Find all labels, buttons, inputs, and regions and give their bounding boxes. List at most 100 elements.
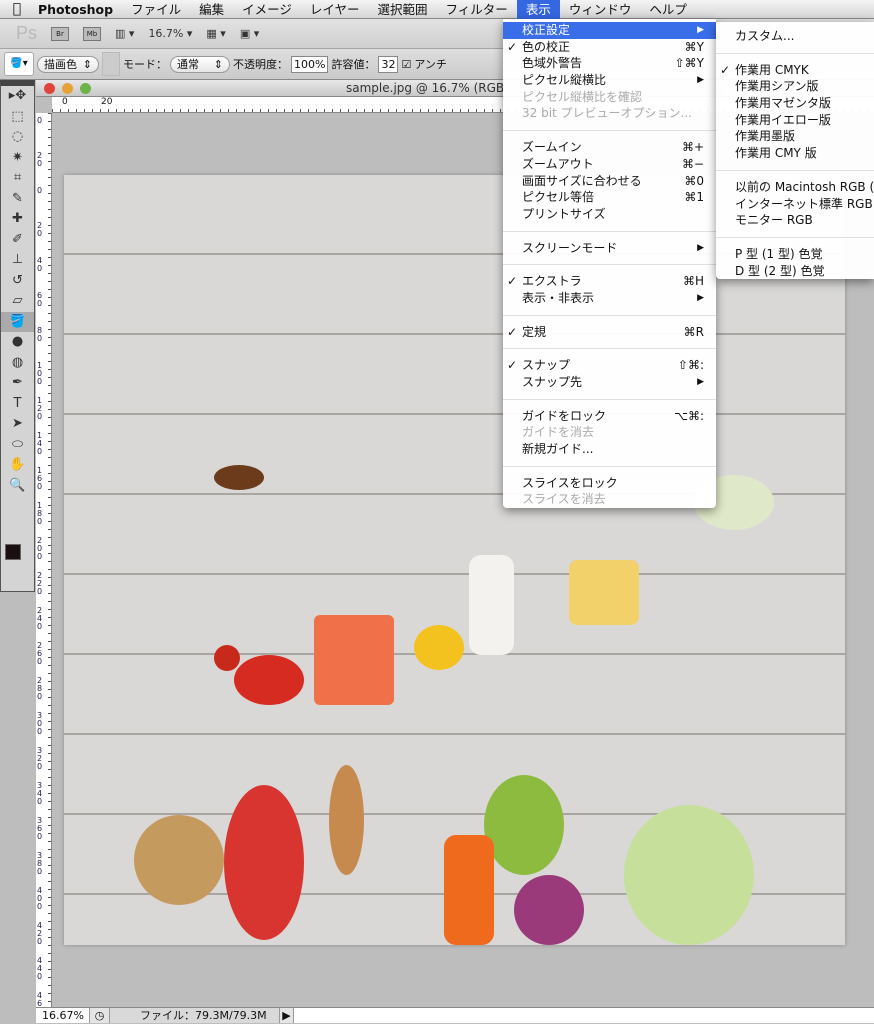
mini-bridge-button[interactable]: Mb [83,26,102,41]
canvas-image[interactable] [64,175,845,945]
ruler-label: 340 [37,781,43,806]
pattern-picker[interactable] [102,52,120,76]
zoom-button[interactable] [80,83,91,94]
menu-item-label: インターネット標準 RGB [735,196,873,211]
menu-item[interactable]: 色域外警告 ⇧⌘Y [503,55,716,72]
sponge-tool-icon[interactable]: ◍ [1,353,34,374]
marquee-tool-icon[interactable]: ⬚ [1,107,34,128]
menu-item[interactable]: ピクセル縦横比 ▶ [503,72,716,89]
menu-item[interactable]: ✓ 作業用 CMYK [716,62,874,79]
menu-image[interactable]: イメージ [233,0,301,19]
menu-item[interactable]: ズームイン ⌘+ [503,139,716,156]
menu-item[interactable]: 校正設定 ▶ [503,22,716,39]
menu-item[interactable]: スライスを消去 [503,491,716,508]
menu-item[interactable]: 以前の Macintosh RGB ( [716,179,874,196]
foreground-color-swatch[interactable] [5,544,21,560]
stamp-tool-icon[interactable]: ⊥ [1,250,34,271]
menu-item[interactable]: スライスをロック [503,475,716,492]
close-button[interactable] [44,83,55,94]
magic-wand-tool-icon[interactable]: ✷ [1,148,34,169]
hand-tool-icon[interactable]: ✋ [1,455,34,476]
menu-item[interactable]: 作業用墨版 [716,128,874,145]
type-tool-icon[interactable]: T [1,394,34,415]
zoom-level-dropdown[interactable]: 16.7% ▾ [148,27,192,40]
menu-help[interactable]: ヘルプ [640,0,696,19]
path-select-tool-icon[interactable]: ➤ [1,414,34,435]
crop-tool-icon[interactable]: ⌗ [1,168,34,189]
menu-item[interactable]: スナップ先 ▶ [503,374,716,391]
menu-window[interactable]: ウィンドウ [560,0,641,19]
status-bar: 16.67% ◷ ファイル：79.3M/79.3M ▶ [36,1007,874,1023]
eraser-tool-icon[interactable]: ▱ [1,291,34,312]
menu-photoshop[interactable]: Photoshop [34,0,122,19]
minimize-button[interactable] [62,83,73,94]
lasso-tool-icon[interactable]: ◌ [1,127,34,148]
fill-source-select[interactable]: 描画色 ⇕ [37,55,99,73]
menu-item[interactable]: ✓ 色の校正 ⌘Y [503,39,716,56]
menu-item[interactable]: 32 bit プレビューオプション... [503,105,716,122]
opacity-input[interactable]: 100% [291,55,329,73]
status-menu-arrow-icon[interactable]: ▶ [280,1008,294,1023]
tool-preset-picker[interactable]: 🪣▾ [4,52,34,76]
ruler-label: 180 [37,501,43,526]
menu-item[interactable]: D 型 (2 型) 色覚 [716,263,874,280]
menu-item[interactable]: モニター RGB [716,212,874,229]
menu-item[interactable]: ズームアウト ⌘− [503,156,716,173]
menu-item-shortcut: ⌘Y [684,39,704,54]
menu-item[interactable]: プリントサイズ [503,206,716,223]
menu-item-shortcut: ⌘R [683,324,704,339]
dodge-tool-icon[interactable]: ● [1,332,34,353]
menu-layer[interactable]: レイヤー [301,0,369,19]
pen-tool-icon[interactable]: ✒ [1,373,34,394]
bridge-button[interactable]: Br [51,26,70,41]
menu-item[interactable]: カスタム... [716,28,874,45]
menu-item-label: 以前の Macintosh RGB ( [735,179,874,194]
menu-item[interactable]: ✓ スナップ ⇧⌘: [503,357,716,374]
menu-item[interactable]: ピクセル縦横比を確認 [503,89,716,106]
menu-item[interactable]: ピクセル等倍 ⌘1 [503,189,716,206]
menu-filter[interactable]: フィルター [437,0,517,19]
menu-item-shortcut: ⌘H [682,274,704,289]
healing-brush-tool-icon[interactable]: ✚ [1,209,34,230]
menu-item[interactable]: インターネット標準 RGB [716,196,874,213]
eyedropper-tool-icon[interactable]: ✎ [1,189,34,210]
status-zoom-input[interactable]: 16.67% [36,1008,90,1023]
history-brush-tool-icon[interactable]: ↺ [1,271,34,292]
menu-file[interactable]: ファイル [122,0,190,19]
menu-item[interactable]: 表示・非表示 ▶ [503,290,716,307]
menu-item[interactable]: ✓ エクストラ ⌘H [503,273,716,290]
ellipse-tool-icon[interactable]: ⬭ [1,435,34,456]
menu-view[interactable]: 表示 [516,0,560,19]
menu-item[interactable]: ガイドを消去 [503,424,716,441]
menu-item[interactable]: スクリーンモード ▶ [503,240,716,257]
arrange-documents-button[interactable]: ▦ ▾ [206,27,225,40]
menu-item[interactable]: 新規ガイド... [503,441,716,458]
paint-bucket-tool-icon[interactable]: 🪣 [1,311,34,332]
menu-edit[interactable]: 編集 [190,0,233,19]
menu-item[interactable]: ✓ 定規 ⌘R [503,324,716,341]
view-extras-button[interactable]: ▥ ▾ [115,27,134,40]
ps-logo: Ps [16,23,38,43]
menu-item[interactable]: 作業用マゼンタ版 [716,95,874,112]
move-tool-icon[interactable]: ▸✥ [1,86,34,107]
apple-icon[interactable]:  [0,1,34,17]
menu-item[interactable]: P 型 (1 型) 色覚 [716,246,874,263]
tolerance-input[interactable]: 32 [378,55,399,73]
menu-item[interactable]: 作業用イエロー版 [716,112,874,129]
zoom-tool-icon[interactable]: 🔍 [1,476,34,497]
ruler-label: 0 [62,97,68,107]
screen-mode-button[interactable]: ▣ ▾ [240,27,259,40]
menu-item[interactable]: 作業用シアン版 [716,78,874,95]
menu-item[interactable]: 画面サイズに合わせる ⌘0 [503,173,716,190]
horizontal-scrollbar[interactable] [294,1008,874,1023]
mode-select[interactable]: 通常 ⇕ [170,55,230,73]
antialias-checkbox[interactable]: ☑ [401,58,411,71]
menu-select[interactable]: 選択範囲 [369,0,437,19]
tolerance-label: 許容値： [331,58,376,71]
brush-tool-icon[interactable]: ✐ [1,230,34,251]
menu-item[interactable]: 作業用 CMY 版 [716,145,874,162]
ruler-label: 100 [37,361,43,386]
ruler-label: 360 [37,816,43,841]
menu-item-label: モニター RGB [735,213,813,228]
menu-item[interactable]: ガイドをロック ⌥⌘: [503,408,716,425]
